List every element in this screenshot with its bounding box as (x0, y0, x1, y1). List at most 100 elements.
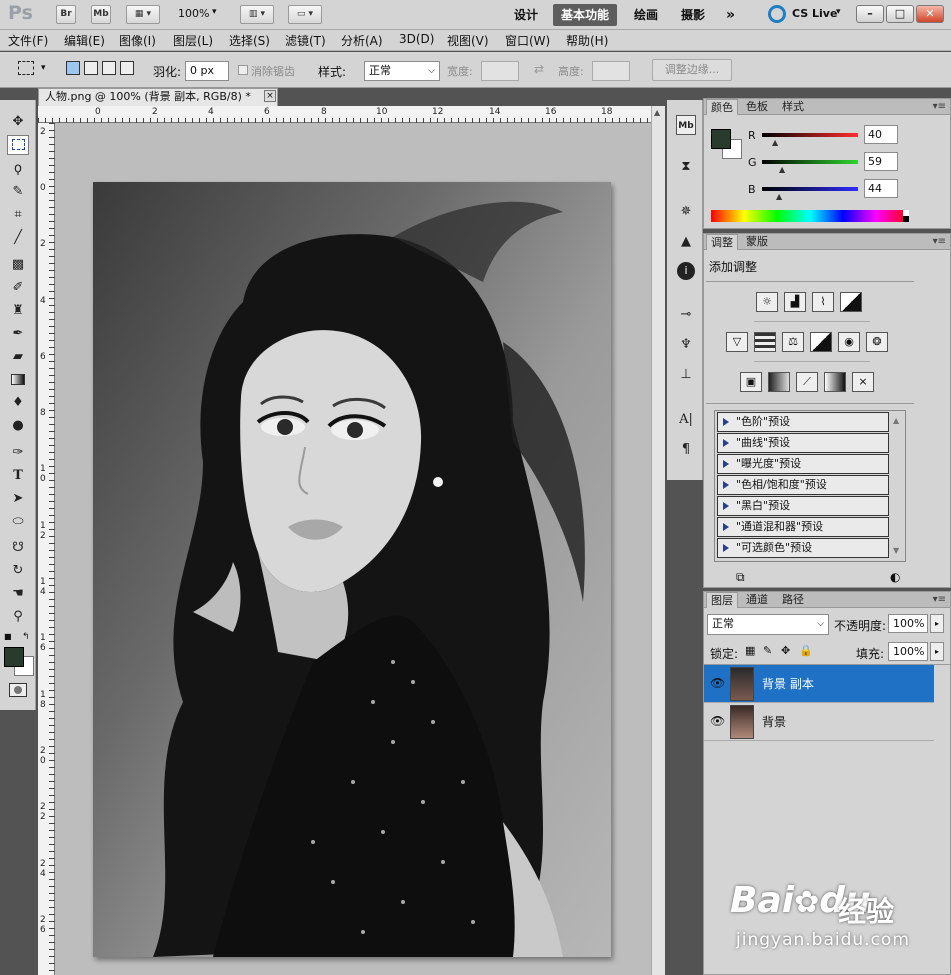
document-tab[interactable]: 人物.png @ 100% (背景 副本, RGB/8) * (38, 88, 278, 106)
black-white-icon[interactable] (810, 332, 832, 352)
cs-live-button[interactable]: CS Live (792, 7, 837, 20)
3d-orbit-tool-icon[interactable]: ↻ (7, 561, 29, 581)
spectrum-black-chip[interactable] (903, 216, 909, 222)
menu-filter[interactable]: 滤镜(T) (285, 32, 326, 49)
maximize-button[interactable]: □ (886, 5, 914, 23)
marquee-tool-icon[interactable] (7, 135, 29, 155)
preset-black-white[interactable]: "黑白"预设 (717, 496, 889, 516)
path-selection-tool-icon[interactable]: ➤ (7, 489, 29, 509)
blend-mode-select[interactable]: 正常 ⌵ (707, 614, 829, 635)
clone-stamp-tool-icon[interactable]: ♜ (7, 301, 29, 321)
view-extras-button[interactable]: ▦ ▾ (126, 5, 160, 24)
invert-icon[interactable]: ▣ (740, 372, 762, 392)
blue-slider-handle[interactable]: ▲ (776, 192, 782, 201)
more-workspaces-icon[interactable]: » (718, 4, 743, 26)
refine-edge-button[interactable]: 调整边缘... (652, 59, 732, 81)
histogram-panel-icon[interactable]: ▲ (676, 232, 696, 252)
exposure-icon[interactable] (840, 292, 862, 312)
new-selection-icon[interactable] (66, 61, 80, 75)
paragraph-panel-icon[interactable]: ¶ (676, 440, 696, 460)
menu-edit[interactable]: 编辑(E) (64, 32, 105, 49)
preset-hue-saturation[interactable]: "色相/饱和度"预设 (717, 475, 889, 495)
type-tool-icon[interactable]: T (7, 466, 29, 486)
history-panel-icon[interactable]: ⧗ (676, 157, 696, 177)
lock-all-icon[interactable]: 🔒 (799, 644, 813, 657)
menu-3d[interactable]: 3D(D) (399, 32, 434, 46)
menu-image[interactable]: 图像(I) (119, 32, 156, 49)
adjustment-options-icon[interactable]: ◐ (890, 570, 900, 584)
blur-tool-icon[interactable]: ♦ (7, 393, 29, 413)
levels-icon[interactable]: ▟ (784, 292, 806, 312)
tool-presets-panel-icon[interactable]: ⊥ (676, 365, 696, 385)
red-slider-handle[interactable]: ▲ (772, 138, 778, 147)
menu-analysis[interactable]: 分析(A) (341, 32, 383, 49)
tab-layers[interactable]: 图层 (706, 592, 738, 608)
marquee-preset-icon[interactable] (18, 61, 34, 75)
preset-curves[interactable]: "曲线"预设 (717, 433, 889, 453)
green-slider-handle[interactable]: ▲ (779, 165, 785, 174)
mini-bridge-panel-icon[interactable]: Mb (676, 115, 696, 135)
lock-pixels-icon[interactable]: ✎ (763, 644, 772, 657)
move-tool-icon[interactable]: ✥ (7, 112, 29, 132)
document-image[interactable] (93, 182, 611, 957)
pen-tool-icon[interactable]: ✑ (7, 443, 29, 463)
clone-source-panel-icon[interactable]: ♆ (676, 335, 696, 355)
panel-menu-icon[interactable]: ▾≡ (933, 594, 946, 605)
minimize-button[interactable]: – (856, 5, 884, 23)
fill-slider-icon[interactable]: ▸ (930, 642, 944, 661)
tab-masks[interactable]: 蒙版 (742, 234, 772, 250)
zoom-dropdown-icon[interactable]: ▾ (212, 7, 217, 17)
subtract-selection-icon[interactable] (102, 61, 116, 75)
preset-dropdown-icon[interactable]: ▾ (41, 63, 46, 73)
bridge-button[interactable]: Br (56, 5, 76, 24)
selective-color-icon[interactable]: ⨯ (852, 372, 874, 392)
eye-icon[interactable]: 👁 (710, 714, 725, 728)
swap-icon[interactable]: ⇄ (534, 62, 544, 76)
brushes-panel-icon[interactable]: ⊸ (676, 305, 696, 325)
tab-color[interactable]: 颜色 (706, 99, 738, 115)
spot-healing-tool-icon[interactable]: ▩ (7, 255, 29, 275)
menu-layer[interactable]: 图层(L) (173, 32, 213, 49)
return-to-list-icon[interactable]: ⧉ (736, 570, 745, 585)
crop-tool-icon[interactable]: ⌗ (7, 205, 29, 225)
info-panel-icon[interactable]: i (677, 262, 695, 280)
eyedropper-tool-icon[interactable]: ╱ (7, 228, 29, 248)
preset-scroll-up-icon[interactable]: ▲ (893, 416, 899, 425)
curves-icon[interactable]: ⌇ (812, 292, 834, 312)
zoom-tool-icon[interactable]: ⚲ (7, 607, 29, 627)
height-input[interactable] (592, 61, 630, 81)
opacity-slider-icon[interactable]: ▸ (930, 614, 944, 633)
vibrance-icon[interactable]: ▽ (726, 332, 748, 352)
gradient-map-icon[interactable] (824, 372, 846, 392)
lock-transparency-icon[interactable]: ▦ (745, 644, 755, 657)
arrange-documents-button[interactable]: ▥ ▾ (240, 5, 274, 24)
channel-mixer-icon[interactable]: ❂ (866, 332, 888, 352)
layer-row-background-copy[interactable]: 👁 背景 副本 (704, 665, 934, 703)
tab-styles[interactable]: 样式 (778, 99, 808, 115)
layer-row-background[interactable]: 👁 背景 (704, 703, 934, 741)
menu-window[interactable]: 窗口(W) (505, 32, 550, 49)
menu-help[interactable]: 帮助(H) (566, 32, 608, 49)
foreground-color-swatch[interactable] (4, 647, 24, 667)
fill-input[interactable]: 100% (888, 642, 928, 661)
vertical-scrollbar[interactable]: ▲ (651, 106, 665, 975)
dodge-tool-icon[interactable]: ● (7, 416, 29, 436)
brush-tool-icon[interactable]: ✐ (7, 278, 29, 298)
close-document-icon[interactable]: × (264, 90, 276, 102)
menu-file[interactable]: 文件(F) (8, 32, 48, 49)
feather-input[interactable]: 0 px (185, 61, 229, 81)
eye-icon[interactable]: 👁 (710, 676, 725, 690)
default-colors-icon[interactable]: ■ (4, 632, 12, 641)
preset-channel-mixer[interactable]: "通道混和器"预设 (717, 517, 889, 537)
add-to-selection-icon[interactable] (84, 61, 98, 75)
red-value-input[interactable]: 40 (864, 125, 898, 144)
scroll-up-icon[interactable]: ▲ (654, 108, 660, 117)
hue-saturation-icon[interactable] (754, 332, 776, 352)
preset-levels[interactable]: "色阶"预设 (717, 412, 889, 432)
opacity-input[interactable]: 100% (888, 614, 928, 633)
navigator-panel-icon[interactable]: ✵ (676, 202, 696, 222)
zoom-level[interactable]: 100% (178, 7, 209, 20)
tab-adjustments[interactable]: 调整 (706, 234, 738, 250)
antialias-checkbox[interactable] (238, 65, 248, 75)
tab-channels[interactable]: 通道 (742, 592, 772, 608)
